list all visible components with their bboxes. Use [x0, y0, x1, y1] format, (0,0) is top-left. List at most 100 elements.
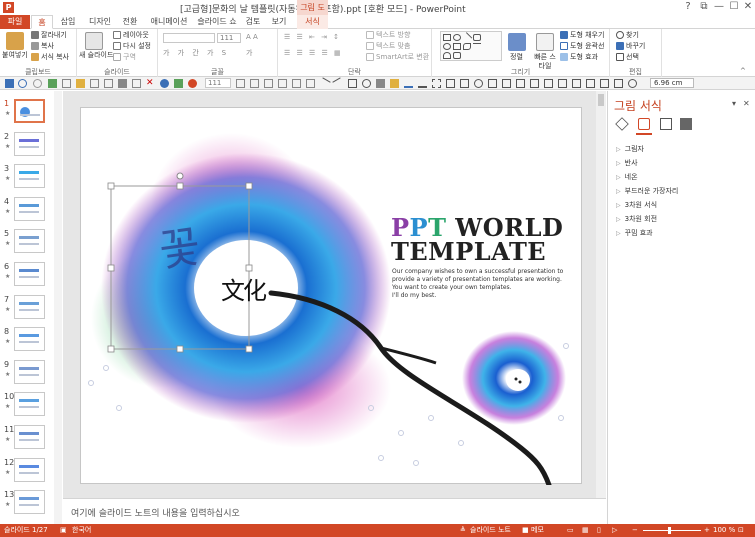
reset-button[interactable]: 다시 설정: [113, 42, 151, 51]
slide-body-text[interactable]: Our company wishes to own a successful p…: [392, 268, 563, 300]
section-button[interactable]: 구역: [113, 53, 136, 62]
new-slide-icon[interactable]: [85, 32, 103, 50]
zoom-slider[interactable]: [643, 530, 701, 531]
square-shape-icon[interactable]: [453, 43, 461, 50]
align-right-icon[interactable]: [292, 79, 301, 88]
effects-pentagon-icon[interactable]: [638, 118, 650, 130]
align-left-icon[interactable]: [264, 79, 273, 88]
redo-icon[interactable]: [33, 79, 42, 88]
arrow-tool-icon[interactable]: [332, 77, 345, 90]
shape-icon[interactable]: [188, 79, 197, 88]
smartart-button[interactable]: SmartArt로 변환: [366, 53, 429, 62]
zoom-level[interactable]: 100 %: [713, 524, 735, 537]
table-icon[interactable]: [132, 79, 141, 88]
notes-toggle-icon[interactable]: ≜: [460, 524, 466, 537]
line-style-icon[interactable]: [418, 79, 427, 88]
pane-close-icon[interactable]: ✕: [743, 99, 750, 108]
slide-title-line2[interactable]: TEMPLATE: [391, 237, 546, 266]
crop-icon[interactable]: [586, 79, 595, 88]
align-center-icon[interactable]: [278, 79, 287, 88]
tab-home[interactable]: 홈: [31, 15, 53, 29]
tab-insert[interactable]: 삽입: [55, 15, 81, 29]
qat-font-size-field[interactable]: 111: [205, 78, 231, 88]
slide-thumbnail[interactable]: [14, 164, 45, 189]
circle-shape-icon[interactable]: [443, 43, 451, 50]
scrollbar-thumb[interactable]: [598, 94, 604, 106]
section-shadow[interactable]: ▷ 그림자: [616, 144, 644, 154]
font-name-field[interactable]: [163, 33, 215, 43]
notes-toggle[interactable]: 슬라이드 노트: [470, 524, 511, 537]
compress-icon[interactable]: [600, 79, 609, 88]
section-3d-format[interactable]: ▷ 3차원 서식: [616, 200, 657, 210]
ungroup-icon[interactable]: [502, 79, 511, 88]
size-properties-icon[interactable]: [660, 118, 672, 130]
language-indicator[interactable]: 한국어: [72, 524, 91, 537]
slide-thumbnail[interactable]: [14, 294, 45, 319]
tab-format[interactable]: 서식: [297, 15, 328, 29]
slide-thumbnail[interactable]: [14, 425, 45, 449]
text-direction-button[interactable]: 텍스트 방향: [366, 31, 410, 40]
slide-sorter-icon[interactable]: ▦: [582, 524, 589, 537]
group-icon[interactable]: [488, 79, 497, 88]
pane-options-icon[interactable]: ▾: [732, 99, 736, 108]
picture-icon[interactable]: [160, 79, 169, 88]
tab-slideshow[interactable]: 슬라이드 쇼: [195, 15, 239, 29]
zoom-slider-thumb[interactable]: [668, 527, 671, 534]
line-color-icon[interactable]: [404, 79, 413, 88]
tab-design[interactable]: 디자인: [85, 15, 115, 29]
slide-thumbnail[interactable]: [14, 359, 45, 384]
font-grow-shrink-icon[interactable]: A A: [246, 33, 258, 42]
slide-scrollbar[interactable]: [596, 91, 606, 498]
slide-thumbnail[interactable]: [14, 490, 45, 515]
fill-line-icon[interactable]: [615, 117, 629, 131]
minimize-button[interactable]: —: [712, 1, 726, 13]
preview-icon[interactable]: [104, 79, 113, 88]
collapse-ribbon-icon[interactable]: ^: [740, 67, 746, 76]
align-text-button[interactable]: 텍스트 맞춤: [366, 42, 410, 51]
slide-canvas[interactable]: 꽃 文化 PPT WORLD TEMPLATE Our company wish…: [80, 107, 582, 488]
section-soft-edges[interactable]: ▷ 부드러운 가장자리: [616, 186, 678, 196]
section-glow[interactable]: ▷ 네온: [616, 172, 638, 182]
callout-shape-icon[interactable]: [463, 43, 471, 50]
justify-icon[interactable]: [306, 79, 315, 88]
arrange-button[interactable]: 정렬: [510, 53, 523, 62]
new-slide-button[interactable]: 새 슬라이드: [79, 51, 113, 60]
fill-color-icon[interactable]: [390, 79, 399, 88]
textbox-tool-icon[interactable]: [376, 79, 385, 88]
font-size-field[interactable]: 111: [217, 33, 241, 43]
rounded-rectangle-shape-icon[interactable]: [473, 34, 481, 41]
rectangle-tool-icon[interactable]: [348, 79, 357, 88]
bold-icon[interactable]: [236, 79, 245, 88]
spelling-icon[interactable]: [118, 79, 127, 88]
slide-thumbnail[interactable]: [14, 131, 45, 156]
slide-thumbnail[interactable]: [14, 262, 45, 286]
font-color-icon[interactable]: 가: [246, 49, 252, 58]
powerpoint-app-icon[interactable]: P: [3, 2, 14, 13]
fit-slide-icon[interactable]: ⊡: [738, 524, 744, 537]
shape-fill-button[interactable]: 도형 채우기: [560, 31, 604, 40]
slide-thumbnail[interactable]: [14, 457, 45, 482]
distribute-icon[interactable]: [558, 79, 567, 88]
ribbon-display-options-icon[interactable]: ⧉: [697, 1, 711, 13]
copy-button[interactable]: 복사: [31, 42, 54, 51]
shape-effects-button[interactable]: 도형 효과: [560, 53, 598, 62]
dash-style-icon[interactable]: [432, 79, 441, 88]
open-icon[interactable]: [76, 79, 85, 88]
reading-view-icon[interactable]: ▯: [597, 524, 601, 537]
arc-shape-icon[interactable]: [443, 52, 451, 59]
picture-format-icon[interactable]: [614, 79, 623, 88]
brace-shape-icon[interactable]: [453, 52, 461, 59]
section-3d-rotation[interactable]: ▷ 3차원 회전: [616, 214, 657, 224]
rotation-handle[interactable]: [176, 172, 184, 180]
picture-settings-icon[interactable]: [680, 118, 692, 130]
rotate-icon[interactable]: [474, 79, 483, 88]
font-style-buttons[interactable]: 가 가 간 가 S: [163, 49, 229, 58]
list-buttons[interactable]: ☰ ☰ ⇤ ⇥ ↕: [284, 33, 341, 42]
tab-view[interactable]: 보기: [268, 15, 290, 29]
reset-picture-icon[interactable]: [628, 79, 637, 88]
slide-thumbnail[interactable]: [14, 99, 45, 123]
rectangle-shape-icon[interactable]: [443, 34, 451, 41]
paste-button[interactable]: 붙여넣기: [2, 51, 28, 60]
flip-icon[interactable]: [572, 79, 581, 88]
shapes-gallery[interactable]: [440, 31, 502, 61]
